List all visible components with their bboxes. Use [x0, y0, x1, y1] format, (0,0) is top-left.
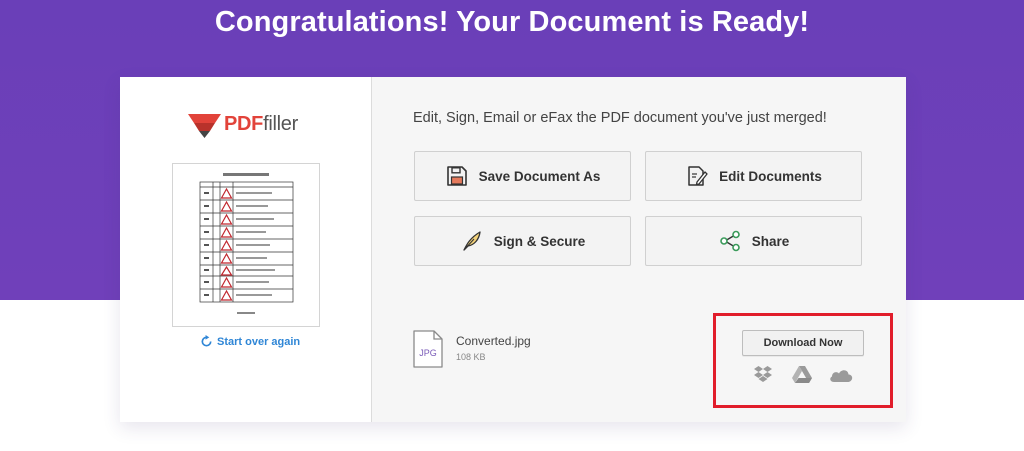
file-name: Converted.jpg [456, 334, 531, 348]
save-document-as-label: Save Document As [478, 168, 601, 184]
download-highlight-box [713, 313, 893, 408]
jpg-file-icon: JPG [413, 330, 443, 368]
document-preview-image [173, 164, 319, 326]
start-over-label: Start over again [217, 335, 301, 348]
pdffiller-logo: PDFfiller [188, 111, 298, 138]
sign-and-secure-label: Sign & Secure [493, 233, 586, 249]
google-drive-icon [792, 366, 812, 383]
dropbox-icon [754, 366, 772, 382]
download-now-label: Download Now [763, 337, 843, 349]
share-button[interactable]: Share [645, 216, 862, 266]
document-thumbnail [172, 163, 320, 327]
actions-heading: Edit, Sign, Email or eFax the PDF docume… [413, 110, 827, 126]
download-now-button[interactable]: Download Now [742, 330, 864, 356]
google-drive-button[interactable] [792, 366, 812, 383]
onedrive-icon [830, 370, 853, 382]
onedrive-button[interactable] [829, 368, 853, 382]
file-type-badge: JPG [419, 348, 437, 358]
preview-panel: PDFfiller Start over again [120, 77, 372, 422]
dropbox-button[interactable] [754, 366, 772, 382]
edit-documents-label: Edit Documents [719, 168, 822, 184]
share-icon [719, 230, 740, 252]
result-card: PDFfiller Start over again Edit, Sign, E… [120, 77, 906, 422]
floppy-disk-icon [446, 166, 467, 186]
refresh-icon [201, 335, 212, 347]
pdffiller-logo-mark-icon [188, 114, 221, 138]
edit-documents-button[interactable]: Edit Documents [645, 151, 862, 201]
logo-filler-text: filler [263, 113, 298, 135]
edit-document-icon [688, 166, 708, 186]
start-over-link[interactable]: Start over again [200, 335, 300, 348]
actions-panel: Edit, Sign, Email or eFax the PDF docume… [372, 77, 906, 422]
file-size: 108 KB [456, 352, 486, 362]
logo-pdf-text: PDF [224, 113, 264, 135]
page-title: Congratulations! Your Document is Ready! [214, 6, 810, 38]
share-label: Share [751, 233, 790, 249]
feather-pen-icon [463, 231, 481, 251]
save-document-as-button[interactable]: Save Document As [414, 151, 631, 201]
sign-and-secure-button[interactable]: Sign & Secure [414, 216, 631, 266]
